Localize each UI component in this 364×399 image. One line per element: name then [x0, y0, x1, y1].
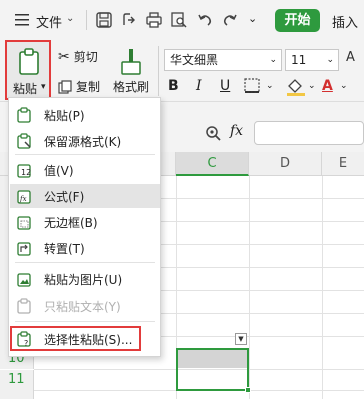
menu-item-keep-source-format[interactable]: 保留源格式(K): [10, 129, 160, 153]
chevron-down-icon[interactable]: ⌄: [340, 76, 348, 96]
cut-button[interactable]: ✂ 剪切: [58, 48, 98, 65]
format-painter-label: 格式刷: [112, 80, 149, 94]
fill-handle[interactable]: [245, 387, 251, 393]
chevron-down-icon: ⌄: [269, 55, 277, 65]
chevron-down-icon: ▾: [41, 82, 46, 92]
paste-as-picture-icon: [17, 273, 31, 287]
menu-item-formula[interactable]: fx 公式(F): [10, 184, 160, 208]
undo-icon[interactable]: [196, 11, 214, 29]
save-icon[interactable]: [95, 11, 113, 29]
export-icon[interactable]: [120, 11, 138, 29]
gridline: [322, 176, 323, 399]
copy-button[interactable]: 复制: [58, 78, 100, 95]
menu-item-label: 粘贴(P): [44, 109, 85, 123]
chevron-down-icon[interactable]: ⌄: [66, 13, 74, 24]
menu-item-label: 无边框(B): [44, 216, 98, 230]
print-preview-icon[interactable]: [170, 11, 188, 29]
border-icon[interactable]: [244, 78, 262, 94]
chevron-down-icon[interactable]: ⌄: [266, 76, 274, 96]
tab-start[interactable]: 开始: [275, 9, 320, 32]
formula-bar: fx: [160, 118, 364, 148]
menu-item-transpose[interactable]: 转置(T): [10, 236, 160, 260]
column-header-e[interactable]: E: [322, 152, 364, 176]
svg-text:12: 12: [21, 168, 31, 177]
copy-icon: [58, 79, 72, 94]
redo-icon[interactable]: [221, 11, 239, 29]
row-header-area: [0, 390, 34, 399]
menu-item-paste-as-picture[interactable]: 粘贴为图片(U): [10, 267, 160, 291]
tab-insert[interactable]: 插入: [332, 12, 358, 31]
paintbrush-icon: [121, 49, 141, 75]
paste-dropdown-menu: 粘贴(P) 保留源格式(K) 12 值(V) fx 公式(F) 无边框(B) 转…: [8, 97, 161, 357]
paste-text-only-icon: [17, 298, 31, 314]
menu-item-label: 选择性粘贴(S)...: [44, 333, 133, 347]
menu-divider: [15, 321, 155, 322]
menu-item-values[interactable]: 12 值(V): [10, 158, 160, 182]
font-size-select[interactable]: 11 ⌄: [285, 49, 339, 71]
title-bar: 文件 ⌄ ⌄ 开始 插入: [0, 0, 364, 40]
menu-divider: [15, 262, 155, 263]
menu-item-label: 粘贴为图片(U): [44, 273, 123, 287]
font-size-value: 11: [291, 53, 307, 67]
underline-icon[interactable]: U: [220, 76, 230, 96]
paste-special-icon: ?: [17, 331, 31, 347]
fill-color-icon[interactable]: [285, 78, 307, 96]
column-header-d[interactable]: D: [249, 152, 322, 176]
font-name-value: 华文细黑: [170, 53, 219, 67]
gridline: [249, 176, 250, 399]
svg-text:?: ?: [24, 339, 28, 347]
cut-label: 剪切: [73, 50, 98, 64]
increase-font-icon[interactable]: A: [346, 50, 355, 65]
menu-item-label: 公式(F): [44, 190, 85, 204]
menu-item-label: 转置(T): [44, 242, 85, 256]
formula-input[interactable]: [254, 121, 364, 145]
clipboard-icon: [19, 48, 39, 75]
selected-cell-fill: [178, 350, 247, 368]
font-color-icon[interactable]: A: [322, 76, 333, 96]
menu-icon[interactable]: [14, 12, 32, 28]
paste-icon: [17, 107, 31, 123]
italic-icon[interactable]: I: [196, 76, 202, 96]
menu-divider: [15, 154, 155, 155]
filter-dropdown-icon[interactable]: ▼: [235, 333, 247, 345]
copy-label: 复制: [76, 80, 101, 94]
zoom-icon[interactable]: [204, 124, 222, 142]
paste-no-border-icon: [17, 216, 31, 230]
svg-text:fx: fx: [19, 195, 27, 203]
file-menu[interactable]: 文件: [36, 12, 62, 31]
font-name-select[interactable]: 华文细黑 ⌄: [164, 49, 282, 71]
divider: [158, 46, 159, 96]
menu-item-paste-special[interactable]: ? 选择性粘贴(S)...: [10, 326, 141, 351]
menu-item-paste[interactable]: 粘贴(P): [10, 103, 160, 127]
column-header-c[interactable]: C: [176, 152, 249, 176]
chevron-down-icon[interactable]: ⌄: [248, 12, 266, 30]
paste-values-icon: 12: [17, 164, 31, 178]
menu-item-label: 值(V): [44, 164, 74, 178]
menu-item-paste-text-only: 只粘贴文本(Y): [10, 294, 160, 318]
fx-label[interactable]: fx: [230, 123, 243, 139]
paste-label: 粘贴: [13, 82, 38, 96]
bold-icon[interactable]: B: [168, 76, 179, 96]
chevron-down-icon[interactable]: ⌄: [308, 76, 316, 96]
ribbon: 粘贴 ▾ ✂ 剪切 复制 格式刷 华文细黑 ⌄ 11 ⌄ A B I U ⌄ ⌄…: [0, 40, 364, 102]
menu-item-label: 只粘贴文本(Y): [44, 300, 121, 314]
transpose-icon: [17, 242, 31, 256]
selected-cell[interactable]: [176, 348, 251, 393]
paste-keep-format-icon: [17, 133, 31, 149]
scissors-icon: ✂: [58, 48, 70, 65]
chevron-down-icon: ⌄: [326, 55, 334, 65]
paste-button[interactable]: 粘贴 ▾: [5, 40, 51, 100]
print-icon[interactable]: [145, 11, 163, 29]
row-header-11[interactable]: 11: [0, 370, 34, 390]
paste-formula-icon: fx: [17, 190, 31, 204]
menu-item-label: 保留源格式(K): [44, 135, 122, 149]
menu-item-no-border[interactable]: 无边框(B): [10, 210, 160, 234]
divider: [86, 10, 87, 30]
